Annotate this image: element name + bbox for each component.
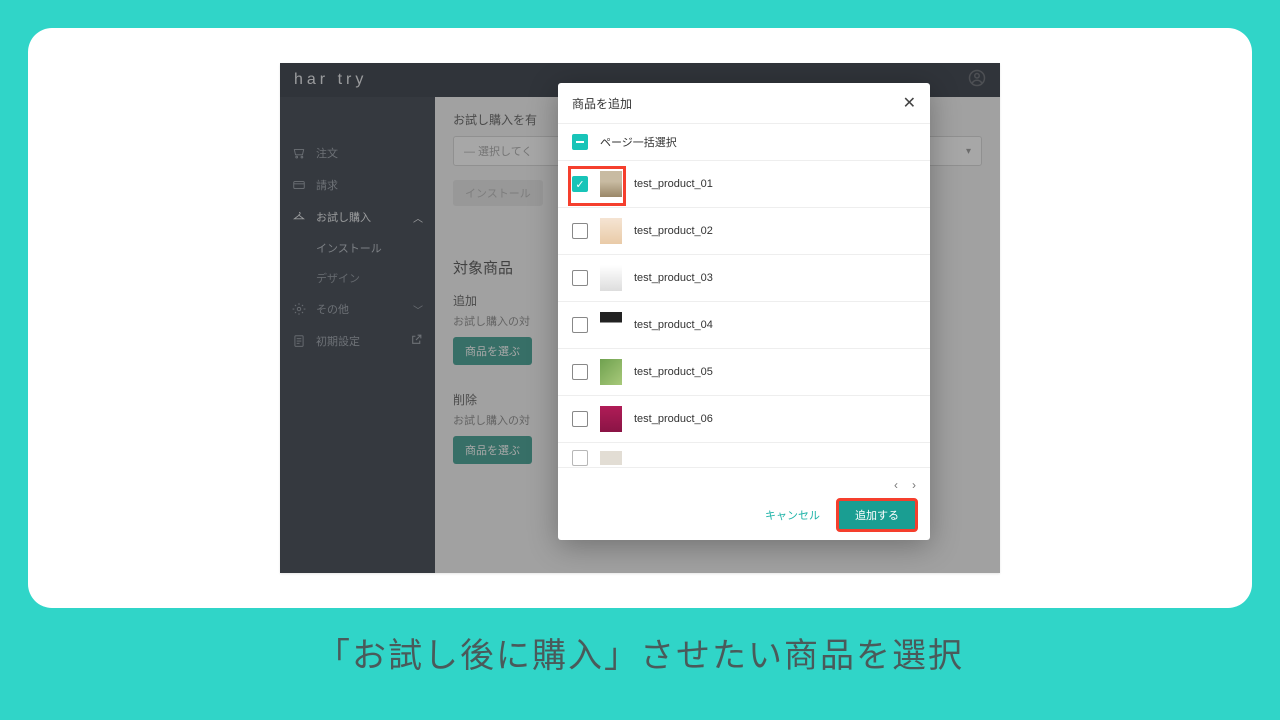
select-all-row[interactable]: ページ一括選択 — [558, 124, 930, 161]
modal-footer: ‹ › キャンセル 追加する — [558, 467, 930, 540]
checkbox[interactable] — [572, 317, 588, 333]
product-row[interactable]: ✓ test_product_01 — [558, 161, 930, 208]
product-row[interactable]: test_product_03 — [558, 255, 930, 302]
outer-card: har try 注文 請求 お試し購入 ︿ インストール デザイン — [28, 28, 1252, 608]
pager-next[interactable]: › — [912, 478, 916, 492]
product-name: test_product_06 — [634, 413, 713, 425]
app-screenshot: har try 注文 請求 お試し購入 ︿ インストール デザイン — [280, 63, 1000, 573]
cancel-button[interactable]: キャンセル — [757, 501, 828, 529]
checkbox[interactable] — [572, 364, 588, 380]
modal-actions: キャンセル 追加する — [572, 500, 916, 530]
product-row[interactable]: test_product_06 — [558, 396, 930, 443]
slide-caption: 「お試し後に購入」させたい商品を選択 — [316, 628, 964, 677]
product-row[interactable]: test_product_02 — [558, 208, 930, 255]
product-name: test_product_03 — [634, 272, 713, 284]
product-thumb — [600, 406, 622, 432]
pager-prev[interactable]: ‹ — [894, 478, 898, 492]
close-icon[interactable]: ✕ — [903, 93, 916, 113]
checkbox[interactable] — [572, 270, 588, 286]
checkbox-checked[interactable]: ✓ — [572, 176, 588, 192]
add-product-modal: 商品を追加 ✕ ページ一括選択 ✓ test_product_01 test_p… — [558, 83, 930, 540]
product-name: test_product_04 — [634, 319, 713, 331]
product-row[interactable]: test_product_04 — [558, 302, 930, 349]
product-name: test_product_05 — [634, 366, 713, 378]
pager: ‹ › — [572, 478, 916, 492]
checkbox[interactable] — [572, 223, 588, 239]
confirm-add-button[interactable]: 追加する — [838, 500, 916, 530]
checkbox-indeterminate[interactable] — [572, 134, 588, 150]
modal-body: ページ一括選択 ✓ test_product_01 test_product_0… — [558, 124, 930, 467]
product-row-partial[interactable] — [558, 443, 930, 467]
checkbox[interactable] — [572, 411, 588, 427]
product-name: test_product_02 — [634, 225, 713, 237]
modal-header: 商品を追加 ✕ — [558, 83, 930, 124]
product-name: test_product_01 — [634, 178, 713, 190]
product-row[interactable]: test_product_05 — [558, 349, 930, 396]
product-thumb — [600, 171, 622, 197]
product-thumb — [600, 359, 622, 385]
product-thumb — [600, 451, 622, 465]
select-all-label: ページ一括選択 — [600, 134, 677, 150]
checkbox[interactable] — [572, 450, 588, 466]
product-thumb — [600, 312, 622, 338]
modal-title: 商品を追加 — [572, 95, 632, 112]
product-thumb — [600, 265, 622, 291]
product-thumb — [600, 218, 622, 244]
